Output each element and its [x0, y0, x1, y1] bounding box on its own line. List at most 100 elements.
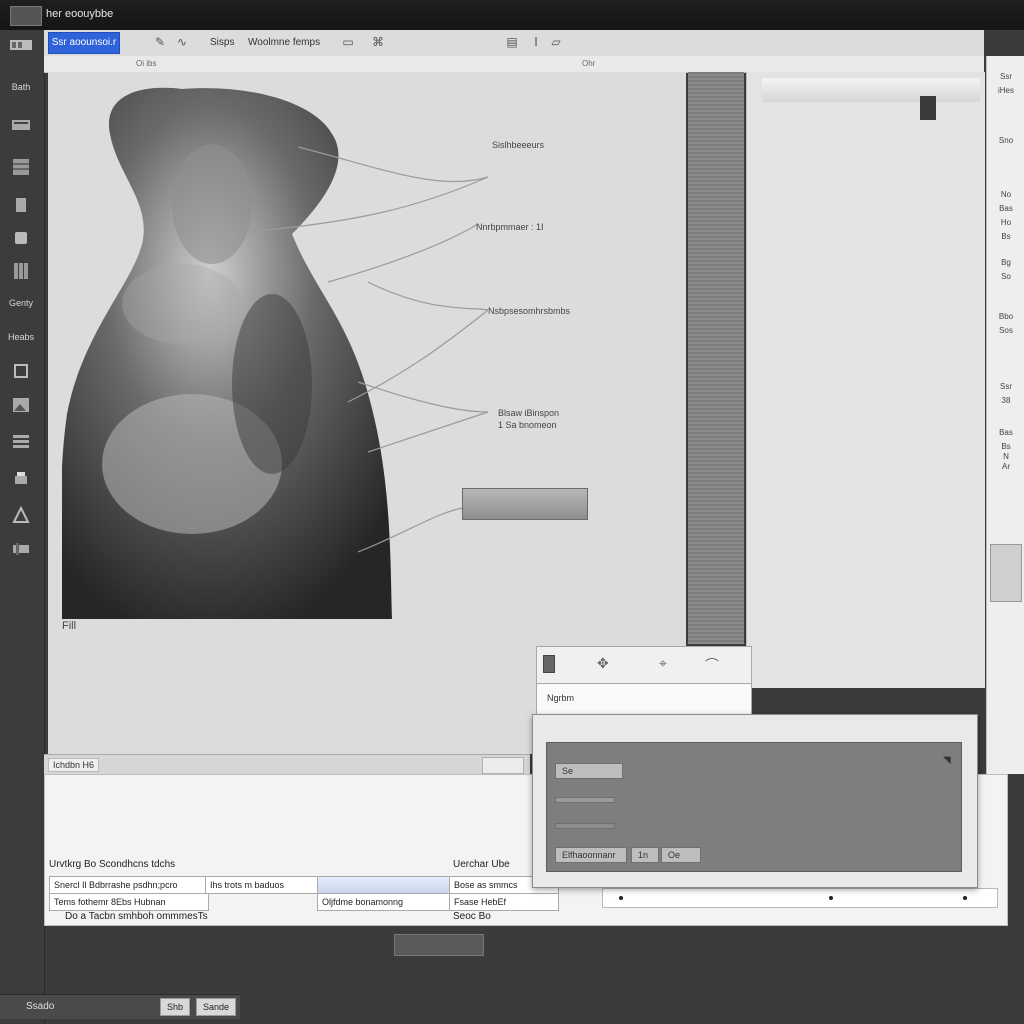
prop-label[interactable]: N	[991, 452, 1021, 462]
table-row-1-col3[interactable]: Uerchar Ube	[453, 859, 510, 870]
status-button[interactable]	[482, 757, 524, 774]
toolbar-item-1[interactable]: Sisps	[210, 34, 234, 50]
prop-label[interactable]: Ssr	[991, 382, 1021, 392]
link-icon[interactable]: ⌘	[370, 34, 386, 50]
pin-icon[interactable]: ⌖	[659, 655, 667, 672]
prop-label[interactable]: Bbo	[991, 312, 1021, 322]
left-toolbar: Bath Genty Heabs	[0, 30, 45, 1024]
callout-box[interactable]	[462, 488, 588, 520]
dialog-button-1[interactable]: 1n	[631, 847, 659, 863]
toolbar-item-2[interactable]: Woolmne femps	[248, 34, 320, 50]
print-icon[interactable]	[6, 468, 36, 490]
annotation-label-3: Nsbpsesomhrsbmbs	[488, 306, 571, 316]
draw-icon[interactable]: ⌒	[705, 655, 719, 675]
table-row-3-col1[interactable]: Tems fothemr 8Ebs Hubnan	[49, 893, 209, 911]
frame-icon[interactable]: ▭	[340, 34, 356, 50]
status-label: Ichdbn H6	[48, 758, 100, 772]
dialog-field-1[interactable]: Se	[555, 763, 623, 779]
annotation-label-1: Sislhbeeeurs	[492, 140, 545, 150]
selected-field[interactable]	[317, 876, 457, 894]
prop-label[interactable]: So	[991, 272, 1021, 282]
preview-handle[interactable]	[920, 96, 936, 120]
preview-panel-header	[762, 78, 980, 102]
image-icon[interactable]	[6, 394, 36, 416]
dialog-field-2[interactable]	[555, 797, 615, 803]
prop-label[interactable]: Bs	[991, 232, 1021, 242]
status-bar: Ichdbn H6	[44, 754, 530, 775]
dialog-field-3[interactable]	[555, 823, 615, 829]
slider-tick[interactable]	[829, 896, 833, 900]
list-icon[interactable]	[6, 430, 36, 452]
folder-icon[interactable]: ▤	[504, 34, 520, 50]
horizontal-ruler: Oi ibs Ohr	[44, 56, 984, 73]
title-bar: her eoouybbe	[0, 0, 1024, 30]
columns-icon[interactable]	[6, 260, 36, 282]
layers-icon[interactable]	[6, 114, 36, 136]
footer-button-2[interactable]: Sande	[196, 998, 237, 1016]
properties-scrollbar[interactable]	[990, 544, 1022, 602]
annotation-leader-lines	[247, 146, 489, 553]
comment-icon[interactable]: ▱	[548, 34, 564, 50]
color-swatch-icon[interactable]	[543, 655, 555, 673]
crop-icon[interactable]	[6, 360, 36, 382]
close-icon[interactable]: ◥	[943, 755, 951, 766]
prop-label[interactable]: Bas	[991, 204, 1021, 214]
floating-toolbar: ✥ ⌖ ⌒	[536, 646, 752, 684]
prop-label[interactable]: Sno	[991, 136, 1021, 146]
prop-label[interactable]: iHes	[991, 86, 1021, 96]
table-row-2-col2[interactable]: Ihs trots m baduos	[205, 876, 325, 894]
footer-button-1[interactable]: Shb	[160, 998, 191, 1016]
main-toolbar: Ssr aoounsoi.r ✎ ∿ Sisps Woolmne femps ▭…	[44, 30, 984, 57]
rail-label-3[interactable]: Heabs	[6, 326, 36, 348]
text-cursor-icon[interactable]: Ⅰ	[528, 34, 544, 50]
footer-bar: Ssado Shb Sande	[0, 994, 240, 1019]
transform-icon[interactable]	[6, 504, 36, 526]
rail-label-1[interactable]: Bath	[6, 76, 36, 98]
move-icon[interactable]: ✥	[597, 655, 609, 672]
annotation-label-5: 1 Sa bnomeon	[498, 420, 557, 430]
table-icon[interactable]	[6, 156, 36, 178]
ruler-mark-2: Ohr	[582, 59, 596, 68]
grid-icon[interactable]	[6, 34, 36, 56]
prop-label[interactable]: Bg	[991, 258, 1021, 268]
pen-icon[interactable]: ✎	[152, 34, 168, 50]
table-row-2-col1[interactable]: Snercl Il Bdbrrashe psdhn;pcro	[49, 876, 209, 894]
preview-panel	[746, 72, 985, 688]
settings-icon[interactable]	[6, 538, 36, 560]
rail-label-2[interactable]: Genty	[6, 292, 36, 314]
properties-column: Ssr iHes Sno No Bas Ho Bs Bg So Bbo Sos …	[986, 56, 1024, 774]
figure-label: Fill	[62, 620, 77, 632]
brush-icon[interactable]	[6, 194, 36, 216]
prop-label[interactable]: No	[991, 190, 1021, 200]
floating-menu-label[interactable]: Ngrbm	[547, 693, 574, 703]
window-title: her eoouybbe	[46, 8, 114, 20]
app-icon[interactable]	[10, 6, 42, 26]
timeline-slider[interactable]	[602, 888, 998, 908]
ruler-mark-1: Oi ibs	[136, 59, 157, 68]
table-row-3-col2[interactable]: Oljfdme bonamonng	[317, 893, 457, 911]
vertical-scroll-strip[interactable]	[688, 72, 744, 644]
bucket-icon[interactable]	[6, 226, 36, 248]
footer-label: Ssado	[26, 1001, 55, 1012]
curve-icon[interactable]: ∿	[174, 34, 190, 50]
table-row-4-col3[interactable]: Seoc Bo	[453, 911, 491, 922]
annotation-label-2: Nnrbpmmaer : 1I	[476, 222, 544, 232]
slider-tick[interactable]	[619, 896, 623, 900]
annotation-label-4: Blsaw iBinspon	[498, 408, 560, 418]
dialog-footer-label: Elfhaoonnanr	[555, 847, 627, 863]
taskbar-item[interactable]	[394, 934, 484, 956]
prop-label[interactable]: Ho	[991, 218, 1021, 228]
prop-label[interactable]: 38	[991, 396, 1021, 406]
prop-label[interactable]: Sos	[991, 326, 1021, 336]
floating-menu[interactable]: Ngrbm	[536, 683, 752, 715]
prop-label[interactable]: Ar	[991, 462, 1021, 472]
primary-action-button[interactable]: Ssr aoounsoi.r	[48, 32, 120, 54]
prop-label[interactable]: Ssr	[991, 72, 1021, 82]
dialog-button-2[interactable]: Oe	[661, 847, 701, 863]
table-row-4-col1[interactable]: Do a Tacbn smhboh ommmesTs	[65, 911, 208, 922]
slider-tick[interactable]	[963, 896, 967, 900]
prop-label[interactable]: Bas	[991, 428, 1021, 438]
prop-label[interactable]: Bs	[991, 442, 1021, 452]
table-row-3-col3[interactable]: Fsase HebEf	[449, 893, 559, 911]
table-row-1-col1[interactable]: Urvtkrg Bo Scondhcns tdchs	[49, 859, 175, 870]
